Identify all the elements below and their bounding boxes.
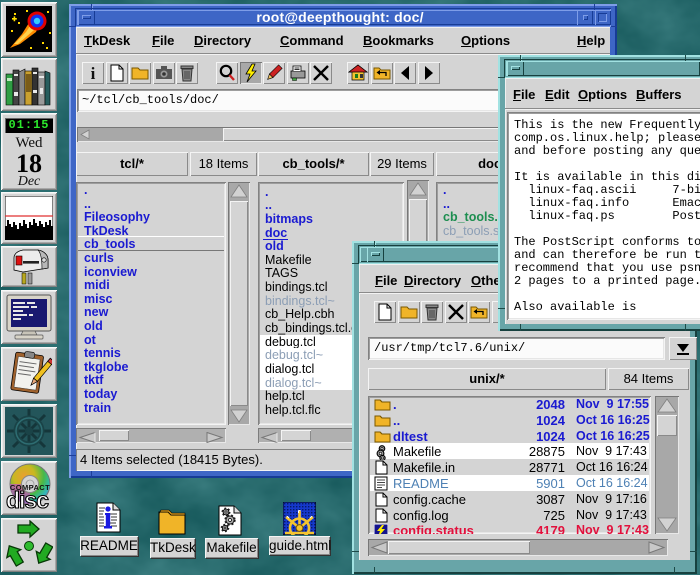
svg-text:disc: disc — [6, 487, 49, 513]
svg-text:i: i — [91, 64, 96, 83]
